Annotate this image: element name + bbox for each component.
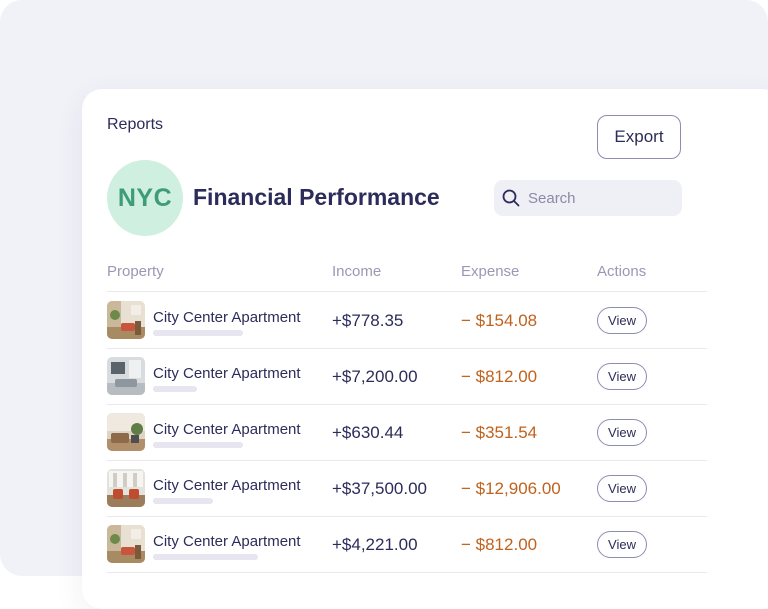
property-name: City Center Apartment: [153, 421, 301, 438]
property-subtitle-placeholder: [153, 386, 197, 392]
column-header-income: Income: [332, 263, 382, 280]
property-name: City Center Apartment: [153, 477, 301, 494]
property-name: City Center Apartment: [153, 309, 301, 326]
property-subtitle-placeholder: [153, 330, 243, 336]
income-value: +$37,500.00: [332, 479, 428, 498]
income-value: +$7,200.00: [332, 367, 418, 386]
view-button[interactable]: View: [597, 419, 647, 446]
income-value: +$630.44: [332, 423, 404, 442]
table-row[interactable]: City Center Apartment +$630.44 − $351.54…: [107, 404, 707, 461]
column-header-expense: Expense: [461, 263, 520, 280]
column-header-actions: Actions: [597, 263, 647, 280]
expense-value: − $351.54: [461, 423, 538, 442]
export-button[interactable]: Export: [597, 115, 681, 159]
search-box[interactable]: [494, 180, 682, 216]
table-row[interactable]: City Center Apartment +$778.35 − $154.08…: [107, 292, 707, 349]
expense-value: − $154.08: [461, 311, 538, 330]
expense-value: − $812.00: [461, 367, 538, 386]
breadcrumb[interactable]: Reports: [107, 116, 163, 134]
expense-value: − $12,906.00: [461, 479, 561, 498]
income-value: +$778.35: [332, 311, 404, 330]
view-button[interactable]: View: [597, 307, 647, 334]
view-button[interactable]: View: [597, 475, 647, 502]
property-subtitle-placeholder: [153, 442, 243, 448]
table-row[interactable]: City Center Apartment +$4,221.00 − $812.…: [107, 516, 707, 573]
view-button[interactable]: View: [597, 363, 647, 390]
expense-value: − $812.00: [461, 535, 538, 554]
property-subtitle-placeholder: [153, 554, 258, 560]
search-input[interactable]: [526, 188, 670, 208]
property-subtitle-placeholder: [153, 498, 213, 504]
page-title: Financial Performance: [193, 184, 440, 210]
property-thumbnail: [107, 525, 145, 563]
property-thumbnail: [107, 413, 145, 451]
property-thumbnail: [107, 469, 145, 507]
property-name: City Center Apartment: [153, 533, 301, 550]
property-thumbnail: [107, 301, 145, 339]
city-badge: NYC: [107, 160, 183, 236]
column-header-property: Property: [107, 263, 164, 280]
search-icon: [502, 189, 520, 207]
property-thumbnail: [107, 357, 145, 395]
table-row[interactable]: City Center Apartment +$37,500.00 − $12,…: [107, 460, 707, 517]
view-button[interactable]: View: [597, 531, 647, 558]
table-row[interactable]: City Center Apartment +$7,200.00 − $812.…: [107, 348, 707, 405]
income-value: +$4,221.00: [332, 535, 418, 554]
property-name: City Center Apartment: [153, 365, 301, 382]
